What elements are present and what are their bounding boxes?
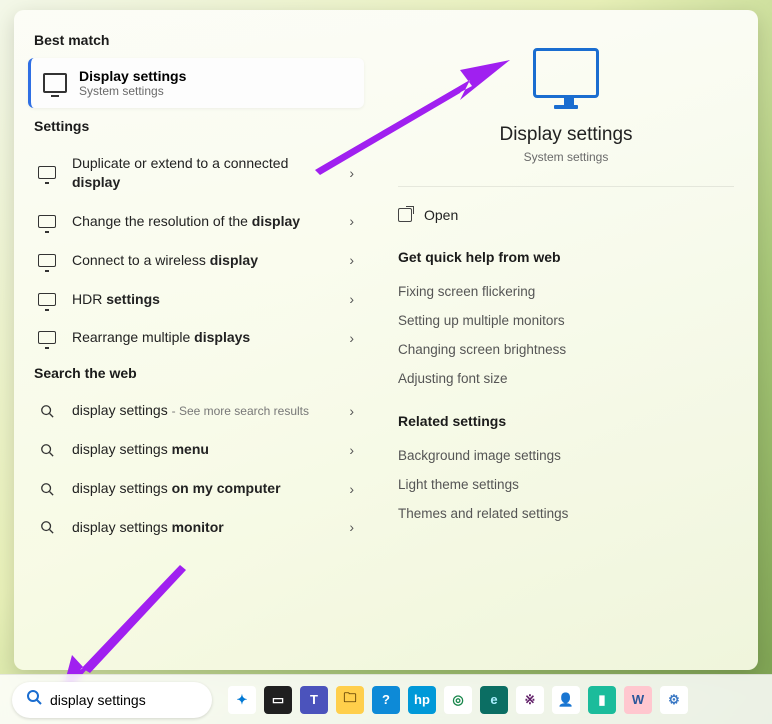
item-label: display settings on my computer — [72, 479, 337, 498]
word-icon[interactable]: W — [624, 686, 652, 714]
settings-list-item[interactable]: Duplicate or extend to a connected displ… — [28, 144, 364, 202]
chevron-right-icon: › — [349, 213, 354, 229]
quick-help-link[interactable]: Changing screen brightness — [398, 335, 734, 364]
settings-list-item[interactable]: Rearrange multiple displays › — [28, 318, 364, 357]
search-icon — [34, 520, 60, 534]
preview-hero: Display settings System settings — [398, 30, 734, 164]
related-list: Background image settingsLight theme set… — [398, 441, 734, 528]
search-icon — [34, 482, 60, 496]
search-icon — [34, 404, 60, 418]
settings-list-item[interactable]: HDR settings › — [28, 280, 364, 319]
chevron-right-icon: › — [349, 165, 354, 181]
best-match-header: Best match — [34, 32, 358, 48]
monitor-icon — [34, 331, 60, 344]
search-input[interactable] — [50, 692, 190, 708]
teams-icon[interactable]: T — [300, 686, 328, 714]
item-label: display settings monitor — [72, 518, 337, 537]
quick-help-link[interactable]: Adjusting font size — [398, 364, 734, 393]
monitor-icon — [34, 166, 60, 179]
web-list: display settings - See more search resul… — [28, 391, 364, 547]
results-column: Best match Display settings System setti… — [14, 10, 374, 670]
web-list-item[interactable]: display settings monitor › — [28, 508, 364, 547]
best-match-title: Display settings — [79, 68, 186, 84]
app-icon-2[interactable]: ▮ — [588, 686, 616, 714]
settings-list-item[interactable]: Connect to a wireless display › — [28, 241, 364, 280]
web-list-item[interactable]: display settings on my computer › — [28, 469, 364, 508]
best-match-subtitle: System settings — [79, 84, 186, 98]
monitor-icon — [34, 293, 60, 306]
search-web-header: Search the web — [34, 365, 358, 381]
quick-help-list: Fixing screen flickeringSetting up multi… — [398, 277, 734, 393]
web-list-item[interactable]: display settings - See more search resul… — [28, 391, 364, 430]
related-link[interactable]: Themes and related settings — [398, 499, 734, 528]
edge-icon[interactable]: e — [480, 686, 508, 714]
open-action[interactable]: Open — [398, 201, 734, 229]
related-link[interactable]: Background image settings — [398, 441, 734, 470]
chrome-icon[interactable]: ◎ — [444, 686, 472, 714]
search-icon — [34, 443, 60, 457]
monitor-icon — [34, 215, 60, 228]
quick-help-link[interactable]: Setting up multiple monitors — [398, 306, 734, 335]
settings-list: Duplicate or extend to a connected displ… — [28, 144, 364, 357]
quick-help-header: Get quick help from web — [398, 249, 734, 265]
item-label: Duplicate or extend to a connected displ… — [72, 154, 337, 192]
related-header: Related settings — [398, 413, 734, 429]
web-list-item[interactable]: display settings menu › — [28, 430, 364, 469]
monitor-icon — [43, 73, 67, 93]
chevron-right-icon: › — [349, 442, 354, 458]
slack-icon[interactable]: ※ — [516, 686, 544, 714]
chevron-right-icon: › — [349, 291, 354, 307]
item-label: Change the resolution of the display — [72, 212, 337, 231]
settings-header: Settings — [34, 118, 358, 134]
task-view-icon[interactable]: ▭ — [264, 686, 292, 714]
item-label: display settings menu — [72, 440, 337, 459]
best-match-result[interactable]: Display settings System settings — [28, 58, 364, 108]
related-link[interactable]: Light theme settings — [398, 470, 734, 499]
item-label: display settings - See more search resul… — [72, 401, 337, 420]
taskbar-icons: ✦ ▭ T 🗀? hp ◎ e ※ 👤 ▮ W ⚙ — [228, 686, 688, 714]
preview-column: Display settings System settings Open Ge… — [374, 10, 758, 670]
chevron-right-icon: › — [349, 252, 354, 268]
item-label: Rearrange multiple displays — [72, 328, 337, 347]
monitor-icon — [34, 254, 60, 267]
monitor-icon-large — [533, 48, 599, 98]
preview-title: Display settings — [499, 124, 632, 146]
copilot-icon[interactable]: ✦ — [228, 686, 256, 714]
open-icon — [398, 208, 412, 222]
chevron-right-icon: › — [349, 481, 354, 497]
chevron-right-icon: › — [349, 403, 354, 419]
search-icon — [26, 689, 42, 710]
chevron-right-icon: › — [349, 330, 354, 346]
taskbar-search[interactable] — [12, 682, 212, 718]
app-icon-1[interactable]: 👤 — [552, 686, 580, 714]
help-icon[interactable]: ? — [372, 686, 400, 714]
explorer-icon[interactable]: 🗀 — [336, 686, 364, 714]
settings-icon[interactable]: ⚙ — [660, 686, 688, 714]
quick-help-link[interactable]: Fixing screen flickering — [398, 277, 734, 306]
item-label: HDR settings — [72, 290, 337, 309]
hp-icon[interactable]: hp — [408, 686, 436, 714]
divider — [398, 186, 734, 187]
item-label: Connect to a wireless display — [72, 251, 337, 270]
search-panel: Best match Display settings System setti… — [14, 10, 758, 670]
preview-subtitle: System settings — [524, 150, 609, 164]
taskbar: ✦ ▭ T 🗀? hp ◎ e ※ 👤 ▮ W ⚙ — [0, 674, 772, 724]
open-label: Open — [424, 207, 458, 223]
chevron-right-icon: › — [349, 519, 354, 535]
settings-list-item[interactable]: Change the resolution of the display › — [28, 202, 364, 241]
